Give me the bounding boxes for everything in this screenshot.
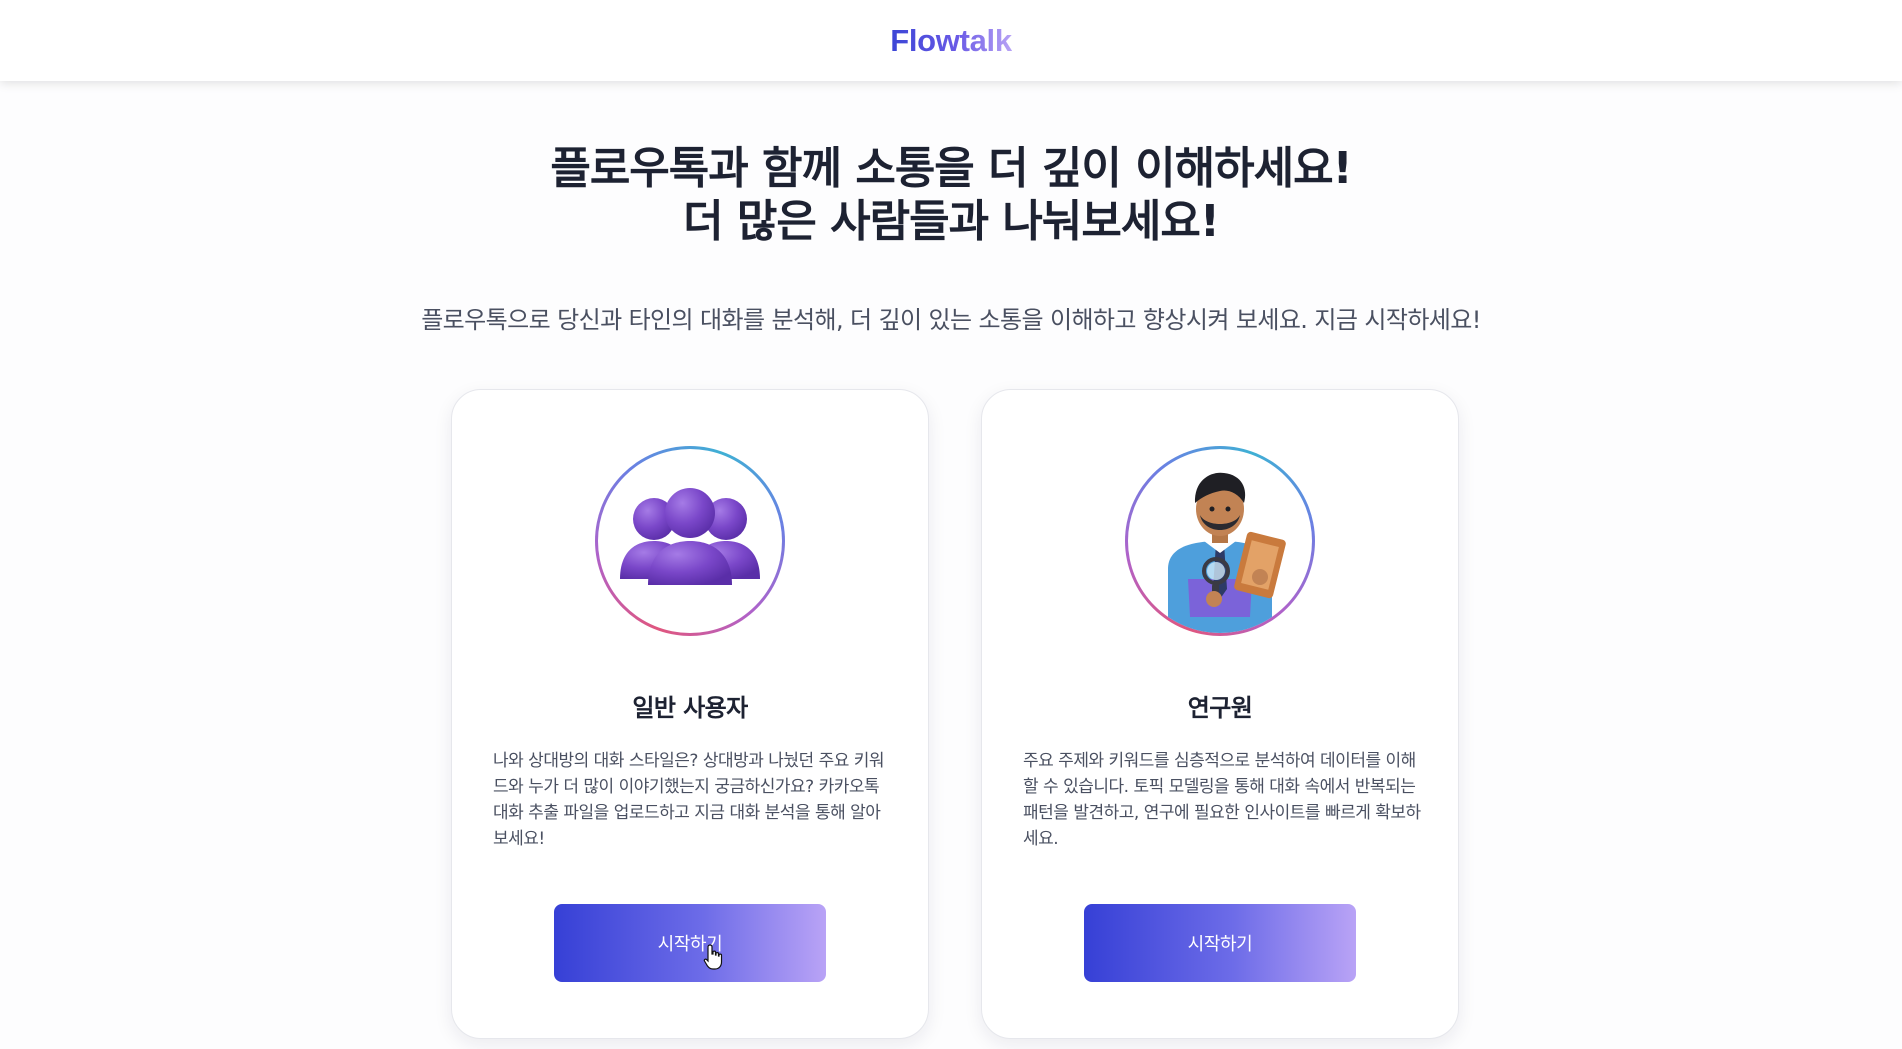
hero-title: 플로우톡과 함께 소통을 더 깊이 이해하세요! 더 많은 사람들과 나눠보세요…: [0, 142, 1902, 248]
top-header: Flowtalk: [0, 0, 1902, 81]
hero-title-line-1: 플로우톡과 함께 소통을 더 깊이 이해하세요!: [550, 143, 1352, 194]
hero-title-line-2: 더 많은 사람들과 나눠보세요!: [683, 196, 1220, 247]
avatar-ring: [1125, 446, 1315, 636]
users-group-icon: [598, 449, 782, 633]
card-title: 일반 사용자: [632, 694, 748, 722]
researcher-icon: [1128, 449, 1312, 633]
hero-subtitle: 플로우톡으로 당신과 타인의 대화를 분석해, 더 깊이 있는 소통을 이해하고…: [421, 306, 1481, 334]
card-title: 연구원: [1187, 694, 1253, 722]
card-description: 주요 주제와 키워드를 심층적으로 분석하여 데이터를 이해할 수 있습니다. …: [1023, 751, 1421, 849]
card-general-user: 일반 사용자 나와 상대방의 대화 스타일은? 상대방과 나눴던 주요 키워드와…: [451, 389, 929, 1039]
avatar-ring: [595, 446, 785, 636]
start-button-researcher[interactable]: 시작하기: [1084, 904, 1356, 982]
hand-pointer-cursor-icon: [703, 944, 723, 970]
logo[interactable]: Flowtalk: [890, 23, 1012, 59]
start-button-general-user[interactable]: 시작하기: [554, 904, 826, 982]
card-researcher: 연구원 주요 주제와 키워드를 심층적으로 분석하여 데이터를 이해할 수 있습…: [981, 389, 1459, 1039]
card-description: 나와 상대방의 대화 스타일은? 상대방과 나눴던 주요 키워드와 누가 더 많…: [493, 751, 885, 849]
